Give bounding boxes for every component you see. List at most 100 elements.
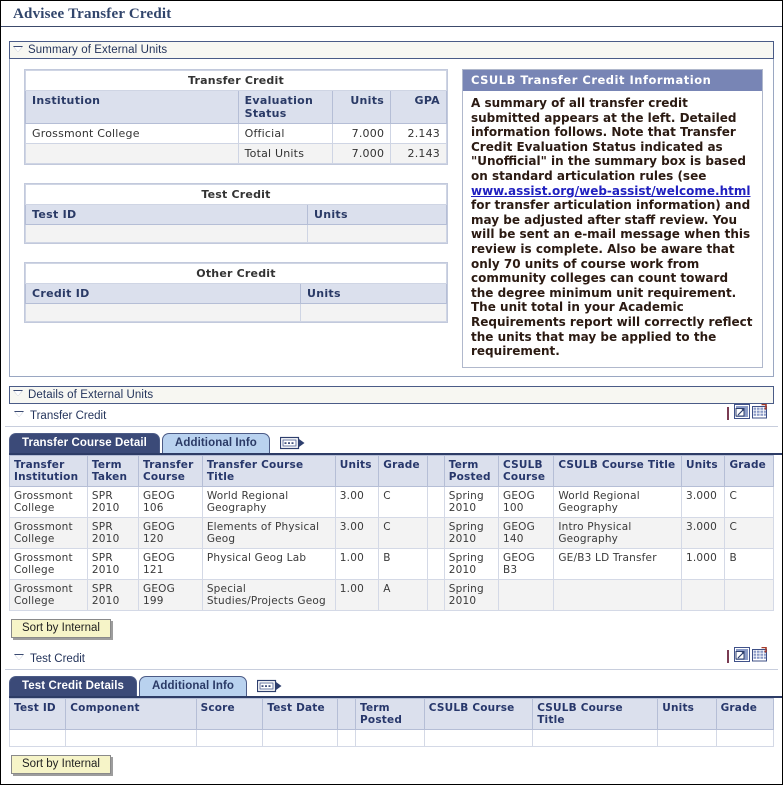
cell-transfer-units: 3.00: [334, 516, 380, 549]
col-csulb-course-title: CSULB Course Title: [553, 454, 682, 487]
cell-transfer-grade: C: [378, 516, 428, 549]
divider-icon: [727, 407, 729, 421]
transfer-credit-summary-table: Transfer Credit Institution Evaluation S…: [25, 70, 447, 164]
table-header-row: Test ID Units: [25, 204, 447, 225]
summary-group-header[interactable]: Summary of External Units: [9, 41, 774, 59]
collapse-triangle-icon[interactable]: [13, 390, 23, 399]
test-credit-sort-button-wrap: Sort by Internal: [1, 747, 782, 774]
sort-by-internal-button-test[interactable]: Sort by Internal: [11, 754, 111, 774]
col-evaluation-status: Evaluation Status: [237, 90, 334, 124]
col-test-date: Test Date: [262, 697, 339, 730]
cell-csulb-units: [680, 578, 726, 611]
cell-csulb-course: GEOG 140: [497, 516, 555, 549]
show-all-columns-icon[interactable]: [279, 436, 306, 451]
table-row: [25, 303, 447, 322]
tab-transfer-course-detail[interactable]: Transfer Course Detail: [9, 432, 160, 453]
page-title: Advisee Transfer Credit: [13, 6, 172, 22]
tab-test-credit-details[interactable]: Test Credit Details: [9, 675, 138, 696]
tab-additional-info[interactable]: Additional Info: [161, 432, 270, 453]
cell-grade: [715, 728, 775, 747]
cell-total-gpa: 2.143: [390, 143, 447, 164]
sort-by-internal-button-transfer[interactable]: Sort by Internal: [11, 618, 111, 638]
table-row: [8, 728, 775, 747]
summary-right-column: CSULB Transfer Credit Information A summ…: [448, 69, 773, 368]
cell-transfer-grade: C: [378, 485, 428, 518]
cell-other-units: [300, 303, 447, 322]
col-transfer-course-title: Transfer Course Title: [201, 454, 336, 487]
cell-transfer-institution: Grossmont College: [9, 516, 88, 549]
download-to-excel-icon[interactable]: [752, 403, 768, 424]
cell-csulb-course: GEOG 100: [497, 485, 555, 518]
table-row: Grossmont College SPR 2010 GEOG 121 Phys…: [9, 547, 774, 580]
table-header-row: Credit ID Units: [25, 283, 447, 304]
col-gpa: GPA: [390, 90, 447, 124]
transfer-credit-tabs: Transfer Course Detail Additional Info: [9, 432, 782, 455]
page-header: Advisee Transfer Credit: [1, 1, 782, 27]
table-row-total: Total Units 7.000 2.143: [25, 143, 447, 164]
cell-csulb-course-title: GE/B3 LD Transfer: [553, 547, 682, 580]
download-to-excel-icon[interactable]: [752, 646, 768, 667]
details-group-header[interactable]: Details of External Units: [9, 385, 774, 404]
table-gap: [24, 169, 448, 183]
transfer-course-detail-body: Grossmont College SPR 2010 GEOG 106 Worl…: [9, 485, 774, 611]
show-all-columns-icon[interactable]: [257, 679, 283, 694]
col-csulb-course: CSULB Course: [423, 697, 534, 730]
col-transfer-units: Units: [334, 454, 380, 487]
new-window-icon[interactable]: [734, 403, 750, 424]
new-window-icon[interactable]: [734, 646, 750, 667]
cell-transfer-course-title: Special Studies/Projects Geog: [201, 578, 336, 611]
cell-test-id: [25, 224, 308, 243]
cell-transfer-course-title: World Regional Geography: [201, 485, 336, 518]
col-credit-id: Credit ID: [25, 283, 301, 304]
table-gap: [24, 248, 448, 262]
cell-test-id: [8, 728, 67, 747]
collapse-triangle-icon[interactable]: [13, 45, 23, 55]
test-credit-icon-cluster: [727, 646, 778, 667]
test-credit-subheader[interactable]: Test Credit: [5, 648, 85, 667]
cell-term-taken: SPR 2010: [86, 485, 139, 518]
col-test-id: Test ID: [8, 697, 67, 730]
cell-term-posted: Spring 2010: [443, 547, 500, 580]
cell-csulb-units: 1.000: [680, 547, 726, 580]
table-row: Grossmont College Official 7.000 2.143: [25, 123, 447, 144]
table-row: Grossmont College SPR 2010 GEOG 106 Worl…: [9, 485, 774, 518]
col-spacer: [426, 454, 445, 487]
cell-units: [657, 728, 717, 747]
info-text-after-link: for transfer articulation information) a…: [471, 198, 753, 359]
summary-panel: Transfer Credit Institution Evaluation S…: [9, 59, 774, 377]
assist-org-link[interactable]: www.assist.org/web-assist/welcome.html: [471, 184, 750, 198]
table-row: Grossmont College SPR 2010 GEOG 120 Elem…: [9, 516, 774, 549]
csulb-info-body: A summary of all transfer credit submitt…: [463, 91, 762, 367]
cell-csulb-course: GEOG B3: [497, 547, 555, 580]
csulb-info-box: CSULB Transfer Credit Information A summ…: [462, 69, 763, 368]
collapse-triangle-icon[interactable]: [14, 411, 24, 420]
col-transfer-course: Transfer Course: [137, 454, 203, 487]
cell-spacer: [337, 728, 357, 747]
test-credit-subheader-row: Test Credit: [5, 646, 778, 670]
cell-term-taken: SPR 2010: [86, 547, 139, 580]
cell-csulb-grade: C: [724, 485, 774, 518]
cell-transfer-course: GEOG 199: [137, 578, 203, 611]
tab-additional-info[interactable]: Additional Info: [139, 675, 248, 696]
table-row: [25, 224, 447, 243]
test-credit-grid-wrap: Test ID Component Score Test Date Term P…: [8, 697, 775, 747]
col-institution: Institution: [25, 90, 239, 124]
transfer-credit-caption: Transfer Credit: [25, 70, 447, 91]
cell-transfer-units: 1.00: [334, 547, 380, 580]
divider-icon: [727, 650, 729, 664]
other-credit-summary-table: Other Credit Credit ID Units: [25, 263, 447, 322]
cell-term-posted: [355, 728, 425, 747]
cell-transfer-course: GEOG 121: [137, 547, 203, 580]
col-other-units: Units: [300, 283, 447, 304]
transfer-credit-subheader[interactable]: Transfer Credit: [5, 405, 106, 424]
table-row: Grossmont College SPR 2010 GEOG 199 Spec…: [9, 578, 774, 611]
col-term-posted: Term Posted: [355, 697, 425, 730]
cell-term-posted: Spring 2010: [443, 485, 500, 518]
col-term-taken: Term Taken: [86, 454, 139, 487]
cell-transfer-institution: Grossmont College: [9, 547, 88, 580]
collapse-triangle-icon[interactable]: [14, 654, 24, 663]
header-spacer: [1, 27, 782, 41]
csulb-info-heading: CSULB Transfer Credit Information: [463, 70, 762, 91]
cell-csulb-course: [497, 578, 555, 611]
